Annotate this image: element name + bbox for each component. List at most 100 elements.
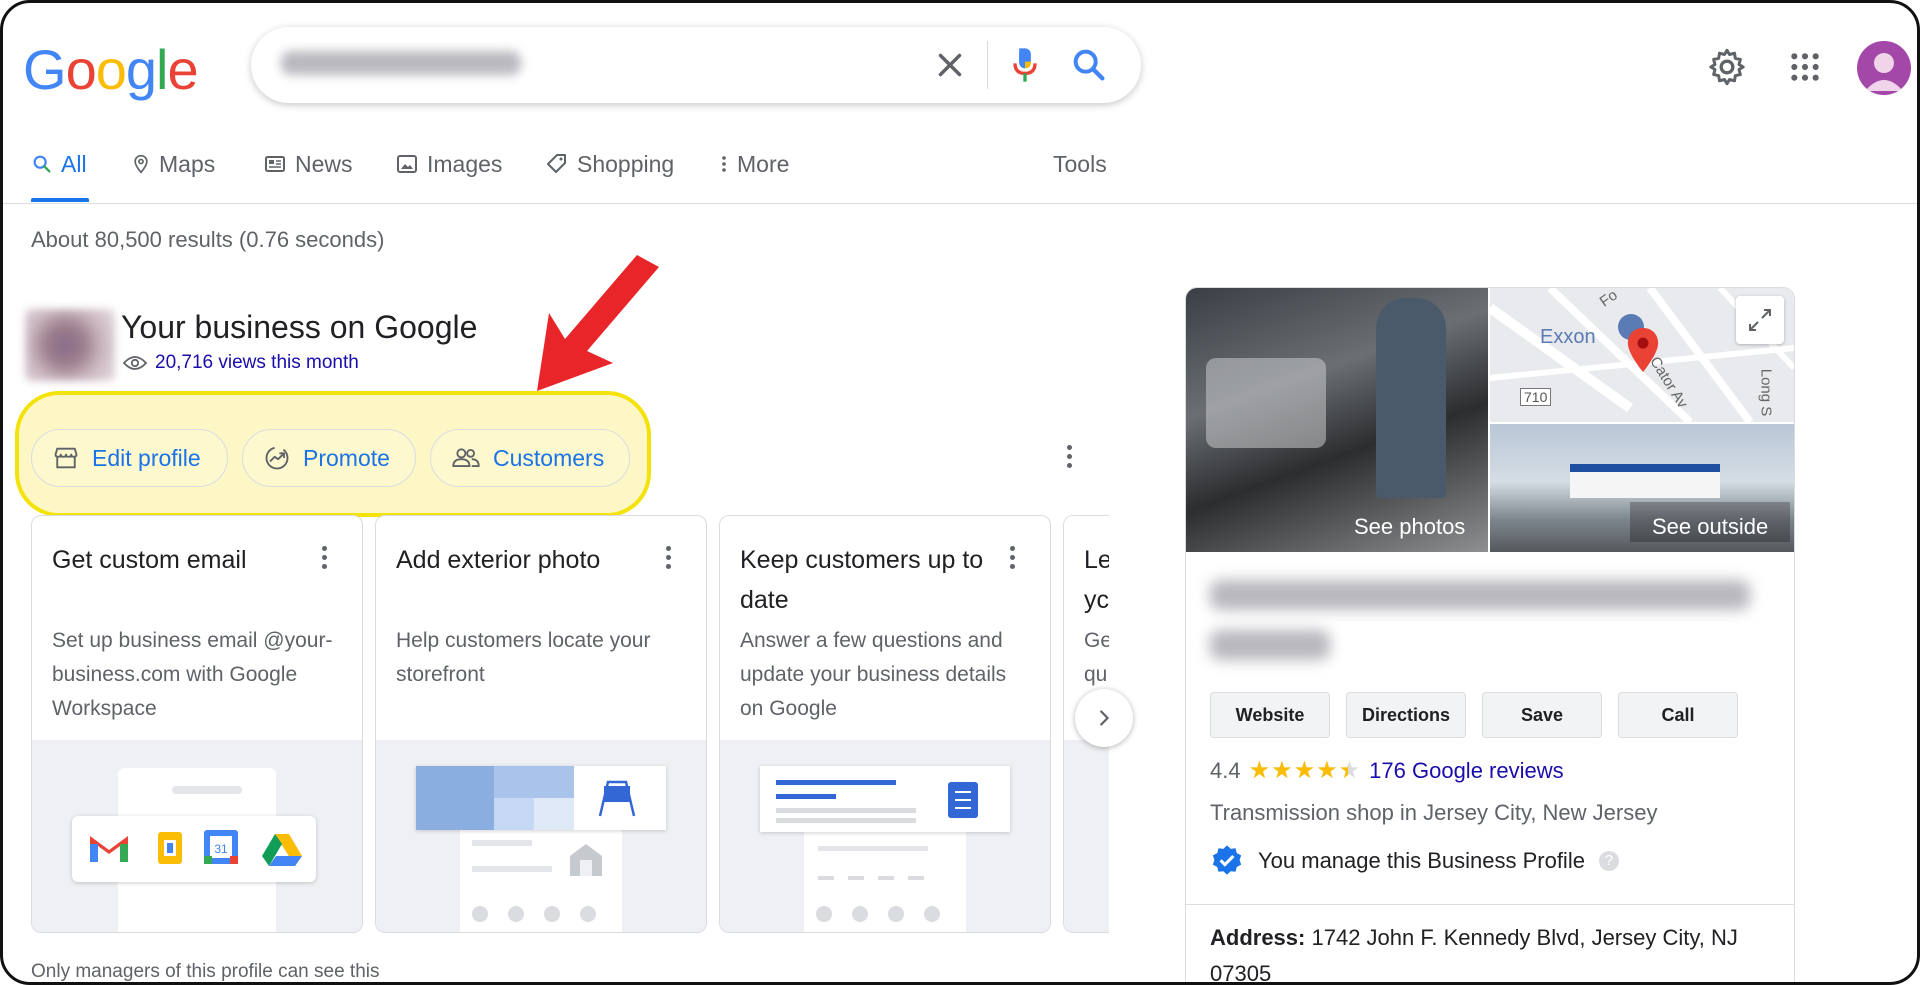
managers-note: Only managers of this profile can see th… — [31, 961, 380, 982]
more-options-icon[interactable] — [1067, 445, 1073, 472]
calendar-icon: 31 — [202, 828, 240, 871]
reviews-link[interactable]: 176 Google reviews — [1369, 758, 1563, 784]
eye-icon — [123, 356, 147, 370]
map-pin-icon — [134, 154, 148, 174]
business-heading: Your business on Google — [121, 309, 478, 345]
microphone-icon[interactable] — [1005, 43, 1045, 92]
manage-profile-row: You manage this Business Profile ? — [1210, 844, 1619, 878]
card-description: Help customers locate your storefront — [396, 629, 651, 686]
account-avatar[interactable] — [1857, 41, 1911, 95]
docs-icon — [156, 830, 184, 871]
apps-grid-icon[interactable] — [1789, 51, 1821, 88]
map-label-street2: Long S — [1757, 368, 1775, 417]
see-outside-label: See outside — [1652, 514, 1769, 539]
address-label: Address: — [1210, 925, 1306, 950]
see-photos-label: See photos — [1354, 514, 1466, 539]
map-thumbnail[interactable]: Exxon 710 Cator Av Long S Fo — [1490, 288, 1794, 422]
browser-frame: Google All Maps News Images Shopping Mor… — [0, 0, 1920, 985]
customers-label: Customers — [493, 444, 605, 471]
help-icon[interactable]: ? — [1598, 851, 1619, 871]
tab-more[interactable]: More — [719, 151, 789, 203]
expand-map-button[interactable] — [1736, 296, 1784, 344]
views-text: 20,716 views this month — [155, 352, 359, 373]
tab-news[interactable]: News — [263, 151, 353, 203]
tabs-divider — [3, 203, 1917, 204]
photos-thumbnail[interactable]: See photos — [1186, 288, 1488, 552]
result-stats: About 80,500 results (0.76 seconds) — [31, 227, 385, 252]
edit-profile-button[interactable]: Edit profile — [31, 429, 228, 487]
map-label-route: 710 — [1520, 388, 1552, 406]
business-name: AAMCO Transmissions & Total Car Care — [1210, 580, 1211, 581]
carousel-next-button[interactable] — [1075, 689, 1133, 747]
settings-gear-icon[interactable] — [1707, 47, 1747, 92]
promote-button[interactable]: Promote — [242, 429, 416, 487]
search-bar[interactable] — [251, 27, 1141, 103]
tools-button[interactable]: Tools — [1053, 151, 1107, 203]
rating-row: 4.4 ★★★★★★★★★★ 176 Google reviews — [1210, 756, 1564, 785]
rating-value: 4.4 — [1210, 757, 1241, 783]
street-view-thumbnail[interactable]: See outside — [1490, 424, 1794, 552]
google-logo[interactable]: Google — [23, 37, 199, 102]
tab-label: More — [737, 151, 790, 177]
clear-icon[interactable] — [931, 46, 969, 89]
card-exterior-photo[interactable]: Add exterior photo Help customers locate… — [375, 515, 707, 933]
card-illustration: 31 — [32, 740, 362, 932]
tab-images[interactable]: Images — [395, 151, 502, 203]
directions-label: Directions — [1361, 704, 1451, 725]
tools-label: Tools — [1053, 151, 1107, 177]
search-tabs: All Maps News Images Shopping More Tools — [31, 151, 1131, 203]
card-illustration — [720, 740, 1050, 932]
website-label: Website — [1235, 704, 1305, 725]
panel-divider — [1186, 904, 1794, 905]
red-arrow-annotation — [537, 255, 659, 391]
card-custom-email[interactable]: Get custom email Set up business email @… — [31, 515, 363, 933]
search-query-blurred[interactable] — [281, 51, 521, 75]
card-illustration — [1064, 740, 1110, 932]
tag-icon — [547, 154, 566, 173]
card-title: Add exterior photo — [396, 546, 601, 574]
tab-label: Maps — [159, 151, 216, 177]
checklist-icon — [946, 778, 980, 825]
card-more-icon[interactable] — [1010, 546, 1016, 573]
search-icon — [33, 155, 51, 173]
more-vert-icon — [722, 156, 726, 172]
image-icon — [397, 155, 417, 173]
knowledge-panel: See photos Exxon 710 Cator Av Long S Fo — [1185, 287, 1795, 982]
card-illustration — [376, 740, 706, 932]
promote-label: Promote — [303, 444, 390, 471]
tab-label: Images — [427, 151, 503, 177]
tab-shopping[interactable]: Shopping — [545, 151, 674, 203]
svg-text:31: 31 — [214, 842, 228, 856]
tab-label: News — [295, 151, 353, 177]
card-title: Le yc — [1084, 546, 1110, 614]
card-title: Get custom email — [52, 546, 247, 574]
search-icon[interactable] — [1069, 45, 1109, 90]
customers-button[interactable]: Customers — [430, 429, 630, 487]
views-link[interactable]: 20,716 views this month — [123, 352, 359, 374]
storefront-sign-icon — [594, 776, 640, 825]
save-button[interactable]: Save — [1482, 692, 1602, 738]
tab-all[interactable]: All — [31, 151, 87, 203]
business-category: Transmission shop in Jersey City, New Je… — [1210, 800, 1658, 825]
business-name-blurred: AAMCO Transmissions & Total Car Care — [1210, 580, 1750, 660]
website-button[interactable]: Website — [1210, 692, 1330, 738]
card-description: Set up business email @your-business.com… — [52, 629, 333, 720]
card-title: Keep customers up to date — [740, 546, 984, 614]
card-more-icon[interactable] — [322, 546, 328, 573]
people-icon — [452, 448, 480, 467]
call-button[interactable]: Call — [1618, 692, 1738, 738]
tab-maps[interactable]: Maps — [131, 151, 215, 203]
card-keep-customers[interactable]: Keep customers up to date Answer a few q… — [719, 515, 1051, 933]
call-label: Call — [1661, 704, 1695, 725]
trending-up-icon — [265, 446, 289, 470]
chevron-right-icon — [1100, 710, 1109, 726]
tab-label: Shopping — [577, 151, 675, 177]
expand-icon — [1749, 309, 1771, 331]
address-row: Address: 1742 John F. Kennedy Blvd, Jers… — [1210, 920, 1780, 982]
star-rating: ★★★★★★★★★★ — [1248, 757, 1362, 784]
card-description: Answer a few questions and update your b… — [740, 629, 1007, 720]
directions-button[interactable]: Directions — [1346, 692, 1466, 738]
verified-badge-icon — [1212, 845, 1242, 875]
search-divider — [987, 41, 988, 89]
card-more-icon[interactable] — [666, 546, 672, 573]
